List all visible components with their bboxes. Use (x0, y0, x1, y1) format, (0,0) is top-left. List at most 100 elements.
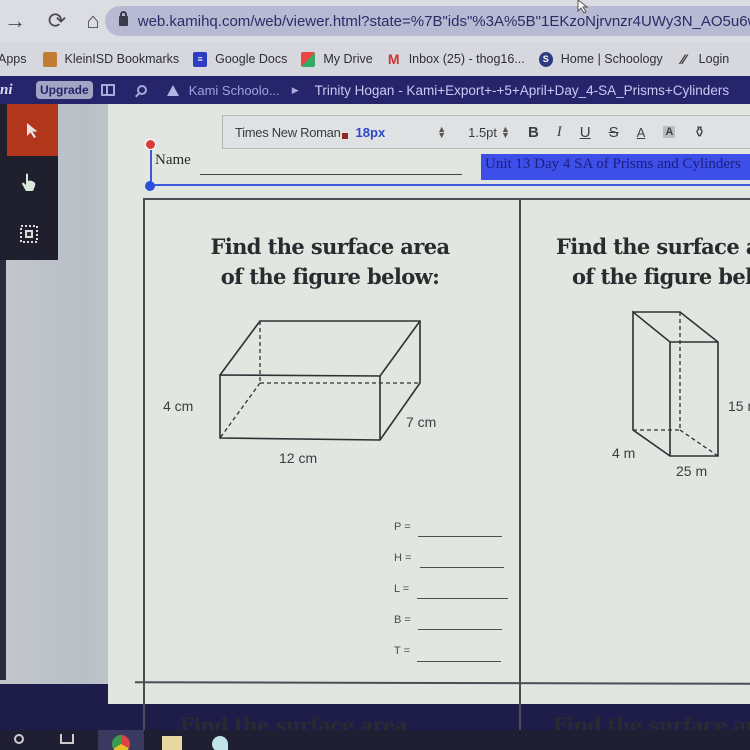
answer-label-h: H = (394, 552, 412, 564)
resize-handle[interactable] (145, 181, 155, 191)
bookmark-apps[interactable]: Apps (0, 52, 27, 66)
hidden-edge (219, 382, 261, 439)
bold-button[interactable]: B (528, 124, 539, 141)
italic-button[interactable]: I (557, 124, 562, 141)
app-icon[interactable] (212, 736, 228, 750)
breadcrumb-folder[interactable]: Kami Schoolo... (189, 83, 280, 98)
document-title: Trinity Hogan - Kami+Export+-+5+April+Da… (314, 82, 730, 98)
bookmark-label: Apps (0, 52, 27, 66)
mouse-cursor-icon (577, 0, 589, 14)
url-text[interactable]: web.kamihq.com/web/viewer.html?state=%7B… (138, 13, 750, 30)
font-family-select[interactable]: Times New Roman (235, 125, 341, 140)
hand-pointer-icon (22, 173, 36, 191)
bookmark-google-docs[interactable]: ≡ Google Docs (193, 51, 288, 67)
grid-top-border (143, 198, 750, 200)
height-label-2: 15 m (728, 398, 750, 414)
font-size-select[interactable]: 18px (356, 125, 386, 140)
height-label-1: 4 cm (163, 398, 194, 414)
kami-logo: ni (0, 81, 13, 98)
kami-header: ni Upgrade Kami Schoolo... ▶ Trinity Hog… (0, 76, 750, 104)
text-color-button[interactable]: A (637, 125, 646, 140)
bookmark-my-drive[interactable]: My Drive (301, 51, 373, 67)
title-line: of the figure below: (572, 264, 750, 289)
arrow-pointer-icon (26, 123, 37, 138)
address-bar[interactable]: web.kamihq.com/web/viewer.html?state=%7B… (105, 6, 750, 36)
schoology-icon: S (538, 51, 553, 67)
search-icon[interactable] (14, 734, 24, 744)
rectangular-prism-figure-1 (219, 320, 421, 441)
name-label: Name (155, 152, 191, 168)
task-view-icon[interactable] (60, 734, 74, 744)
rectangular-prism-figure-2 (632, 310, 719, 457)
select-area-tool[interactable] (0, 208, 58, 260)
length-label-1: 12 cm (279, 450, 318, 466)
bookmark-label: Google Docs (215, 52, 288, 66)
gmail-icon: M (387, 51, 400, 67)
answer-label-p: P = (394, 521, 411, 533)
answer-blank-p[interactable] (418, 536, 502, 537)
bookmark-label: Inbox (25) - thog16... (408, 52, 525, 66)
chrome-logo-icon (112, 735, 130, 750)
prism-edge (632, 310, 719, 457)
problem-1-title: Find the surface area of the figure belo… (190, 232, 470, 292)
tool-sidebar (0, 104, 58, 260)
bookmark-label: KleinISD Bookmarks (64, 52, 180, 66)
fill-bucket-icon[interactable]: ⚱ (693, 123, 706, 141)
answer-blank-t[interactable] (417, 661, 501, 662)
select-tool[interactable] (7, 104, 58, 156)
pan-tool[interactable] (0, 156, 58, 208)
prism-edge (219, 320, 421, 441)
grid-left-border (143, 198, 145, 738)
unit-title-selected[interactable]: Unit 13 Day 4 SA of Prisms and Cylinders (481, 154, 750, 180)
upgrade-button[interactable]: Upgrade (36, 81, 93, 99)
bookmarks-bar: Apps KleinISD Bookmarks ≡ Google Docs My… (0, 42, 750, 76)
answer-label-b: B = (394, 614, 411, 626)
depth-label-1: 7 cm (406, 414, 437, 430)
problem-2-title: Find the surface area of the figure belo… (542, 232, 750, 292)
answer-blank-l[interactable] (417, 598, 508, 599)
google-drive-icon (301, 51, 316, 67)
marquee-select-icon (20, 225, 38, 243)
answer-label-l: L = (394, 583, 410, 595)
answer-blank-h[interactable] (420, 567, 504, 568)
title-line: Find the surface area (556, 234, 750, 259)
line-width-stepper-icon[interactable]: ▲ ▼ (501, 125, 510, 140)
os-taskbar (0, 730, 750, 750)
strikethrough-button[interactable]: S (609, 124, 619, 141)
answer-blank-b[interactable] (418, 629, 502, 630)
search-icon[interactable] (136, 85, 147, 95)
text-format-toolbar: Times New Roman 18px ▲ ▼ 1.5pt ▲ ▼ B I U S… (222, 115, 750, 149)
sidebar-toggle-icon[interactable] (100, 84, 115, 96)
depth-label-2: 4 m (612, 445, 636, 461)
answer-label-t: T = (394, 645, 411, 657)
length-label-2: 25 m (676, 463, 708, 479)
home-icon[interactable]: ⌂ (78, 8, 108, 34)
reload-icon[interactable]: ⟳ (42, 8, 72, 34)
login-icon: ⁄⁄ (681, 51, 687, 67)
title-line: Find the surface area (210, 234, 450, 259)
folder-icon (42, 51, 57, 67)
hidden-edge (679, 429, 719, 457)
title-line: of the figure below: (220, 264, 440, 289)
underline-button[interactable]: U (580, 124, 591, 141)
bookmark-login[interactable]: ⁄⁄ Login (677, 51, 730, 67)
bookmark-inbox[interactable]: M Inbox (25) - thog16... (387, 51, 525, 67)
grid-middle-divider (519, 198, 521, 738)
highlight-color-button[interactable]: A (663, 126, 676, 138)
bookmark-kleinisd[interactable]: KleinISD Bookmarks (42, 51, 180, 67)
lock-icon (341, 133, 348, 139)
name-line (200, 174, 462, 175)
bookmark-label: Home | Schoology (560, 52, 663, 66)
breadcrumb-chevron-icon: ▶ (291, 84, 299, 95)
bookmark-label: Login (698, 52, 730, 66)
font-size-stepper-icon[interactable]: ▲ ▼ (437, 125, 446, 140)
file-explorer-icon[interactable] (162, 736, 182, 750)
google-docs-icon: ≡ (193, 51, 208, 67)
bookmark-schoology[interactable]: S Home | Schoology (538, 51, 663, 67)
bookmark-label: My Drive (323, 52, 373, 66)
line-width-select[interactable]: 1.5pt (468, 125, 497, 140)
lock-icon (119, 11, 128, 26)
delete-handle[interactable] (145, 139, 156, 150)
forward-icon[interactable]: → (0, 8, 30, 34)
google-drive-icon (166, 84, 179, 96)
